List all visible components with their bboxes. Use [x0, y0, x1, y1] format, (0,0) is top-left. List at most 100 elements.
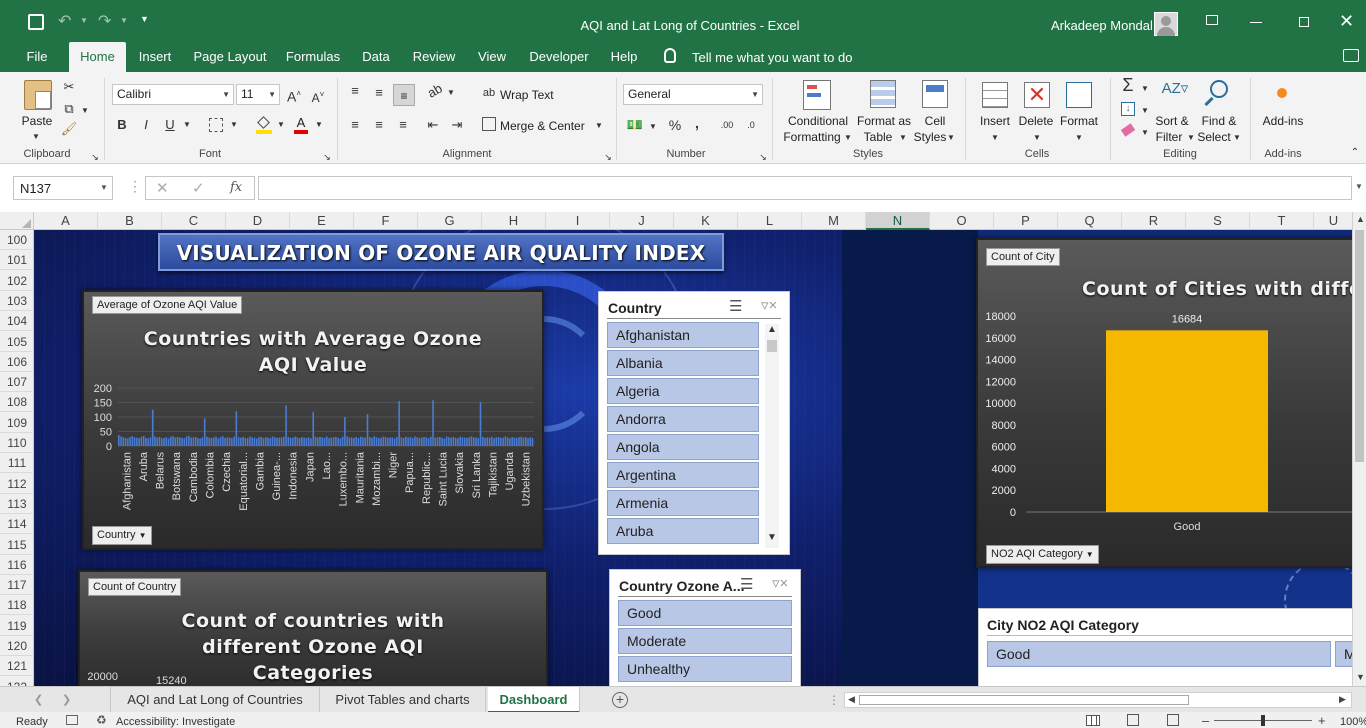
undo-icon[interactable]: ↶ — [58, 11, 71, 31]
tab-formulas[interactable]: Formulas — [282, 42, 344, 72]
wrap-text-button[interactable]: Wrap Text — [500, 88, 560, 102]
redo-icon[interactable]: ↷ — [98, 11, 111, 31]
collapse-ribbon-icon[interactable]: ⌃ — [1348, 144, 1362, 162]
slicer-no2-category[interactable]: City NO2 AQI Category Good M — [978, 608, 1352, 686]
chart1-value-tag[interactable]: Average of Ozone AQI Value — [92, 296, 243, 314]
column-header[interactable]: T — [1250, 212, 1314, 230]
font-color-dropdown-icon[interactable]: ▼ — [314, 116, 324, 134]
font-color-icon[interactable]: A — [294, 116, 308, 134]
underline-icon[interactable]: U — [162, 116, 178, 134]
scroll-thumb[interactable] — [1355, 230, 1364, 462]
slicer-item[interactable]: Unhealthy — [618, 656, 792, 682]
tab-developer[interactable]: Developer — [524, 42, 594, 72]
decrease-font-icon[interactable]: A˅ — [310, 86, 326, 107]
slicer-item[interactable]: Good — [987, 641, 1331, 667]
hscroll-thumb[interactable] — [859, 695, 1189, 705]
restore-icon[interactable] — [1299, 17, 1309, 27]
tab-view[interactable]: View — [472, 42, 512, 72]
column-header[interactable]: G — [418, 212, 482, 230]
next-sheet-icon[interactable]: ❯ — [62, 693, 71, 706]
align-right-icon[interactable]: ≡ — [394, 116, 412, 134]
insert-function-icon[interactable]: fx — [230, 180, 242, 195]
row-header[interactable]: 117 — [0, 575, 34, 596]
insert-cells-button[interactable]: Insert — [976, 114, 1014, 128]
normal-view-icon[interactable] — [1086, 715, 1100, 726]
chart2-value-tag[interactable]: Count of Country — [88, 578, 182, 596]
fill-color-dropdown-icon[interactable]: ▼ — [276, 116, 286, 134]
bold-icon[interactable]: B — [114, 116, 130, 134]
cell-styles-button[interactable]: Cell — [918, 114, 952, 128]
row-header[interactable]: 102 — [0, 271, 34, 291]
row-header[interactable]: 121 — [0, 656, 34, 677]
copy-icon[interactable]: ⧉ — [60, 100, 78, 118]
borders-icon[interactable] — [209, 118, 223, 132]
row-header[interactable]: 120 — [0, 636, 34, 656]
align-middle-icon[interactable]: ≡ — [370, 84, 388, 102]
sort-filter-button-line2[interactable]: Filter — [1152, 130, 1186, 144]
column-header[interactable]: S — [1186, 212, 1250, 230]
scroll-up-icon[interactable]: ▲ — [1356, 214, 1365, 224]
slicer-item[interactable]: M — [1335, 641, 1352, 667]
find-select-button-line2[interactable]: Select — [1196, 130, 1232, 144]
currency-dropdown-icon[interactable]: ▼ — [648, 118, 658, 136]
cancel-icon[interactable]: ✕ — [156, 179, 169, 197]
find-dropdown-icon[interactable]: ▼ — [1232, 129, 1242, 147]
user-name[interactable]: Arkadeep Mondal — [1051, 18, 1153, 33]
slicer-item[interactable]: Angola — [607, 434, 759, 460]
align-left-icon[interactable]: ≡ — [346, 116, 364, 134]
fill-color-icon[interactable] — [256, 116, 272, 134]
scroll-down-icon[interactable]: ▼ — [1356, 672, 1365, 682]
scroll-left-icon[interactable]: ◀ — [848, 694, 855, 705]
slicer-item[interactable]: Armenia — [607, 490, 759, 516]
format-cells-button[interactable]: Format — [1058, 114, 1100, 128]
row-header[interactable]: 103 — [0, 291, 34, 311]
cell-styles-button-line2[interactable]: Styles — [912, 130, 948, 144]
cell-styles-dropdown-icon[interactable]: ▼ — [946, 129, 956, 147]
percent-icon[interactable]: % — [666, 116, 684, 134]
slicer-item[interactable]: Aruba — [607, 518, 759, 544]
autosum-dropdown-icon[interactable]: ▼ — [1140, 80, 1150, 98]
clear-icon[interactable] — [1120, 123, 1136, 137]
column-header[interactable]: A — [34, 212, 98, 230]
slicer-ozone-category[interactable]: Country Ozone A... ☰ ▿× Good Moderate Unhe… — [609, 569, 801, 686]
format-painter-icon[interactable]: 🖌 — [60, 120, 78, 138]
row-header[interactable]: 116 — [0, 555, 34, 575]
merge-center-icon[interactable] — [482, 117, 496, 131]
autosum-icon[interactable]: Σ — [1118, 76, 1138, 94]
find-select-icon[interactable] — [1210, 80, 1228, 98]
align-center-icon[interactable]: ≡ — [370, 116, 388, 134]
column-header[interactable]: L — [738, 212, 802, 230]
zoom-level[interactable]: 100% — [1340, 716, 1366, 728]
formula-input[interactable] — [258, 176, 1352, 200]
zoom-out-icon[interactable]: – — [1202, 713, 1209, 728]
horizontal-scrollbar[interactable]: ◀ ▶ — [844, 692, 1352, 708]
column-header[interactable]: J — [610, 212, 674, 230]
slicer-item[interactable]: Algeria — [607, 378, 759, 404]
delete-cells-icon[interactable]: ✕ — [1024, 82, 1050, 108]
comments-icon[interactable] — [1343, 49, 1359, 62]
insert-cells-icon[interactable] — [982, 82, 1008, 108]
sheet-tab-aqi[interactable]: AQI and Lat Long of Countries — [110, 687, 320, 713]
slicer-item[interactable]: Afghanistan — [607, 322, 759, 348]
enter-icon[interactable]: ✓ — [192, 179, 205, 197]
slicer-item[interactable]: Argentina — [607, 462, 759, 488]
merge-center-button[interactable]: Merge & Center — [500, 119, 590, 133]
chart3-filter-button[interactable]: NO2 AQI Category ▼ — [986, 545, 1099, 564]
currency-icon[interactable]: 💵 — [626, 116, 644, 134]
row-header[interactable]: 100 — [0, 230, 34, 250]
undo-dropdown-icon[interactable]: ▼ — [80, 16, 88, 25]
customize-qat-icon[interactable]: ▼ — [140, 14, 149, 24]
tab-review[interactable]: Review — [408, 42, 460, 72]
slicer-item[interactable]: Albania — [607, 350, 759, 376]
select-all-corner[interactable] — [0, 212, 34, 230]
chart1-filter-button[interactable]: Country ▼ — [92, 526, 152, 545]
row-header[interactable]: 109 — [0, 413, 34, 433]
sort-dropdown-icon[interactable]: ▼ — [1186, 129, 1196, 147]
name-box-dropdown-icon[interactable]: ▼ — [100, 183, 108, 192]
column-header[interactable]: I — [546, 212, 610, 230]
row-header[interactable]: 110 — [0, 433, 34, 453]
format-as-table-icon[interactable] — [870, 80, 896, 108]
column-header[interactable]: K — [674, 212, 738, 230]
multi-select-icon[interactable]: ☰ — [729, 297, 742, 315]
row-header[interactable]: 113 — [0, 494, 34, 514]
